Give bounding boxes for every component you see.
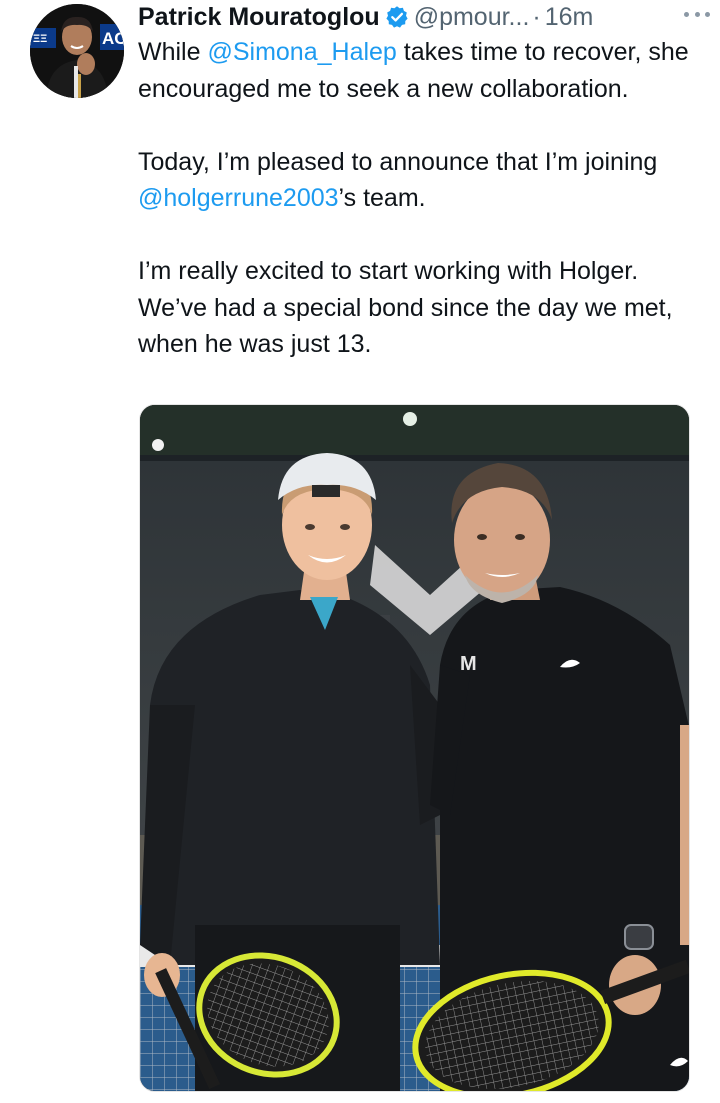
mention-simona-halep[interactable]: @Simona_Halep (207, 38, 396, 66)
tweet-header: Patrick Mouratoglou @pmour... · 16m (138, 0, 713, 34)
text-segment: While (138, 38, 208, 66)
mention-holgerrune2003[interactable]: @holgerrune2003 (138, 184, 339, 212)
tweet-text: While @Simona_Halep takes time to recove… (138, 34, 703, 363)
svg-text:ΞΞ: ΞΞ (33, 33, 47, 45)
svg-text:M: M (460, 653, 477, 675)
tweet-photo[interactable]: M (139, 404, 690, 1092)
separator-dot: · (532, 3, 541, 31)
tweet-paragraph-3: I’m really excited to start working with… (138, 257, 673, 358)
verified-badge-icon (385, 5, 409, 29)
avatar-photo: ΞΞ AC (30, 4, 124, 98)
photo-image: M (140, 405, 689, 1091)
more-options-icon[interactable] (684, 9, 710, 19)
timestamp[interactable]: 16m (545, 0, 594, 34)
text-segment: ’s team. (338, 184, 426, 212)
avatar[interactable]: ΞΞ AC (30, 4, 124, 98)
svg-text:AC: AC (102, 29, 124, 48)
text-segment: Today, I’m pleased to announce that I’m … (138, 147, 658, 176)
author-handle[interactable]: @pmour... (414, 0, 530, 34)
tweet-paragraph-1: While @Simona_Halep takes time to recove… (138, 34, 703, 107)
display-name[interactable]: Patrick Mouratoglou (138, 0, 380, 34)
tweet-paragraph-2: Today, I’m pleased to announce that I’m … (138, 144, 703, 217)
tweet[interactable]: ΞΞ AC Patrick Mouratoglou @pmour... · 16… (0, 0, 720, 1103)
